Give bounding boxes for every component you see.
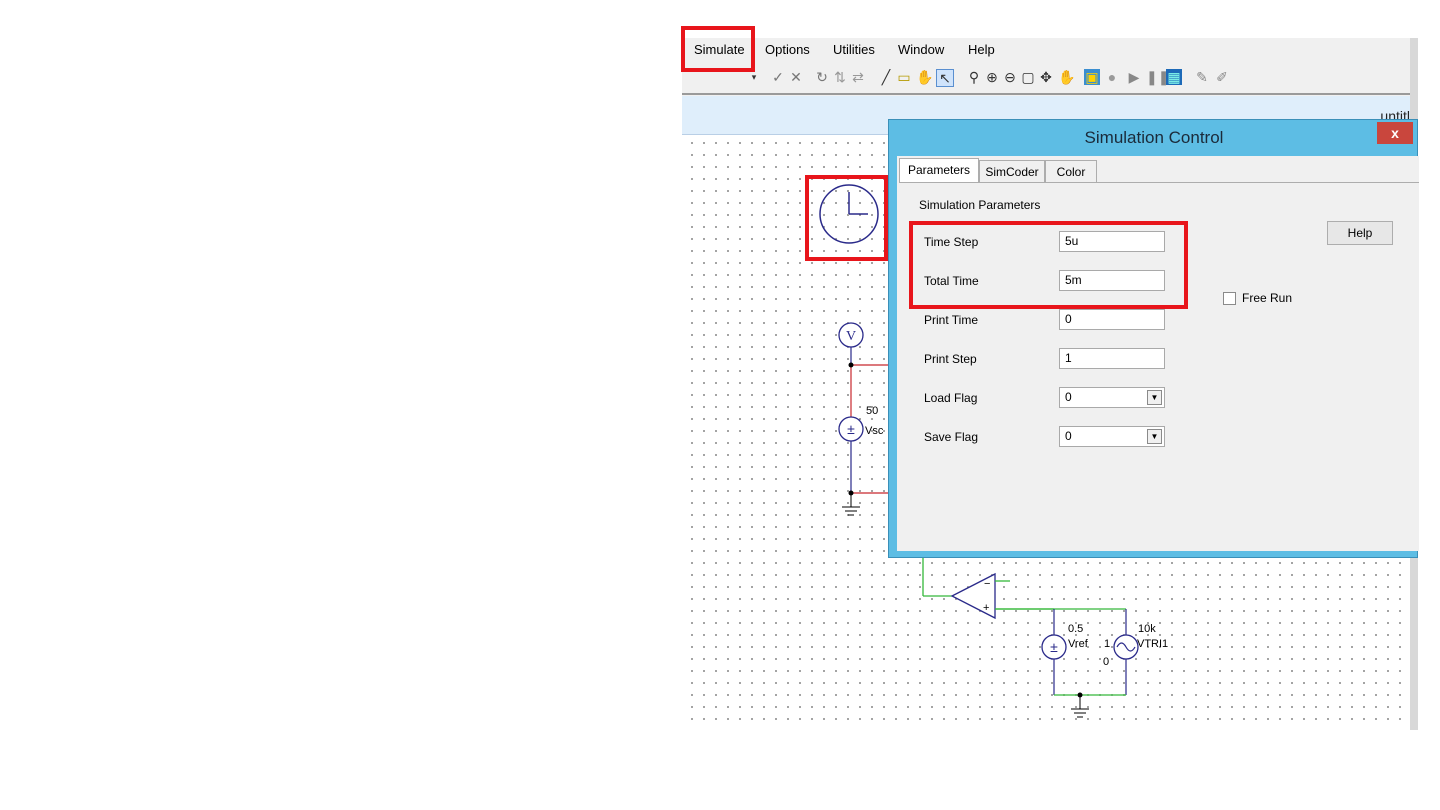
select-cursor-icon[interactable]: ↖ (936, 69, 954, 87)
zoom-in-icon[interactable]: ⊕ (984, 69, 1000, 85)
chevron-down-icon[interactable]: ▼ (1147, 390, 1162, 405)
print-step-label: Print Step (924, 352, 977, 366)
free-run-label: Free Run (1242, 291, 1293, 305)
sim-control-clock-icon[interactable] (819, 184, 879, 244)
dc-source-vsc[interactable]: ± 50 Vsc (838, 362, 892, 516)
check-icon[interactable]: ✓ (770, 69, 786, 85)
help-button[interactable]: Help (1327, 221, 1393, 245)
dialog-body: Parameters SimCoder Color Simulation Par… (897, 156, 1419, 551)
vref-value: 0.5 (1068, 623, 1083, 635)
dc-source-vref[interactable]: ± 0.5 Vref (1041, 609, 1089, 695)
menu-utilities[interactable]: Utilities (833, 42, 875, 57)
parameters-pane: Simulation Parameters Help Time Step 5u … (899, 182, 1419, 548)
menu-simulate[interactable]: Simulate (694, 42, 745, 57)
zoom-out-icon[interactable]: ⊖ (1002, 69, 1018, 85)
edit-icon[interactable]: ✐ (1214, 69, 1230, 85)
save-flag-label: Save Flag (924, 430, 979, 444)
flip-icon[interactable]: ⇅ (832, 69, 848, 85)
run-simcoder-icon[interactable]: ▣ (1084, 69, 1100, 85)
menu-window[interactable]: Window (898, 42, 944, 57)
drag-icon[interactable]: ✋ (1058, 69, 1075, 85)
menu-help[interactable]: Help (968, 42, 995, 57)
dialog-title: Simulation Control (1084, 128, 1224, 147)
free-run-checkbox[interactable]: Free Run (1223, 291, 1293, 306)
svg-text:+: + (983, 602, 989, 614)
chevron-down-icon[interactable]: ▼ (1147, 429, 1162, 444)
dropdown-arrow-icon[interactable]: ▾ (746, 69, 762, 85)
svg-text:±: ± (1050, 639, 1058, 655)
pan-icon[interactable]: ✥ (1038, 69, 1054, 85)
vtri-param1: 1 (1104, 638, 1110, 650)
print-step-input[interactable]: 1 (1059, 348, 1165, 369)
svg-text:−: − (984, 578, 990, 590)
wire-icon[interactable]: ╱ (878, 69, 894, 85)
comparator[interactable]: − + (922, 555, 1126, 620)
total-time-input[interactable]: 5m (1059, 270, 1165, 291)
tab-parameters[interactable]: Parameters (899, 158, 979, 183)
menu-bar: Simulate Options Utilities Window Help (682, 38, 1410, 62)
vtri-name: VTRI1 (1137, 638, 1168, 650)
print-time-label: Print Time (924, 313, 979, 327)
mirror-icon[interactable]: ⇄ (850, 69, 866, 85)
load-flag-label: Load Flag (924, 391, 978, 405)
triangular-source-vtri1[interactable]: 10k VTRI1 1 0 (1103, 609, 1168, 695)
print-time-input[interactable]: 0 (1059, 309, 1165, 330)
voltmeter-label: V (846, 329, 856, 344)
time-step-label: Time Step (924, 235, 979, 249)
voltmeter-probe[interactable]: V (838, 322, 864, 365)
total-time-label: Total Time (924, 274, 979, 288)
svg-text:±: ± (847, 421, 855, 437)
tab-simcoder[interactable]: SimCoder (979, 160, 1045, 182)
toolbar: ▾ ✓ ✕ ↻ ⇅ ⇄ ╱ ▭ ✋ ↖ ⚲ ⊕ ⊖ ▢ ✥ ✋ ▣ ● ▶ ❚❚… (682, 62, 1410, 95)
vtri-value: 10k (1138, 623, 1156, 635)
time-step-input[interactable]: 5u (1059, 231, 1165, 252)
rotate-icon[interactable]: ↻ (814, 69, 830, 85)
tab-color[interactable]: Color (1045, 160, 1097, 182)
hand-icon[interactable]: ✋ (916, 69, 933, 85)
vsc-value: 50 (866, 405, 878, 417)
section-label: Simulation Parameters (919, 198, 1041, 212)
ground-bottom (1054, 692, 1126, 718)
close-button[interactable]: x (1377, 122, 1413, 144)
vsc-name: Vsc (865, 425, 884, 437)
load-flag-select[interactable]: 0 ▼ (1059, 387, 1165, 408)
simview-icon[interactable]: ▦ (1166, 69, 1182, 85)
vtri-param2: 0 (1103, 656, 1109, 668)
label-icon[interactable]: ▭ (896, 69, 912, 85)
cross-icon[interactable]: ✕ (788, 69, 804, 85)
vref-name: Vref (1068, 638, 1089, 650)
save-flag-select[interactable]: 0 ▼ (1059, 426, 1165, 447)
menu-options[interactable]: Options (765, 42, 810, 57)
play-icon[interactable]: ▶ (1126, 69, 1142, 85)
stop-icon[interactable]: ● (1104, 69, 1120, 85)
load-flag-value: 0 (1065, 390, 1072, 404)
pause-icon[interactable]: ❚❚ (1146, 69, 1169, 85)
simulation-control-dialog: Simulation Control x Parameters SimCoder… (888, 119, 1419, 558)
pencil-icon[interactable]: ✎ (1194, 69, 1210, 85)
zoom-icon[interactable]: ⚲ (966, 69, 982, 85)
checkbox-icon[interactable] (1223, 292, 1236, 306)
page-icon[interactable]: ▢ (1020, 69, 1036, 85)
save-flag-value: 0 (1065, 429, 1072, 443)
